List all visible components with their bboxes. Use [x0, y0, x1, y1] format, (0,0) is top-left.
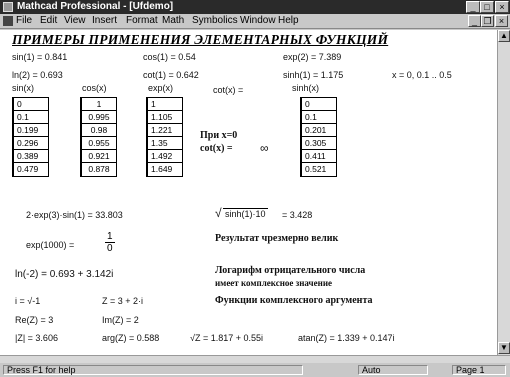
overflow-message: Результат чрезмерно велик: [215, 233, 339, 244]
app-icon[interactable]: [3, 2, 13, 12]
note-x0-line2: cot(x) =: [200, 143, 233, 154]
fraction-denominator: 0: [107, 243, 113, 254]
table-cell: 0.389: [14, 150, 48, 163]
expr-i-def[interactable]: i = √-1: [15, 296, 40, 306]
fraction-numerator: 1: [105, 231, 115, 243]
expr-cot1[interactable]: cot(1) = 0.642: [143, 70, 199, 80]
table-sin[interactable]: 0 0.1 0.199 0.296 0.389 0.479: [12, 97, 49, 177]
menu-edit[interactable]: Edit: [40, 14, 57, 28]
expr-sqrt-z[interactable]: √Z = 1.817 + 0.55i: [190, 333, 263, 343]
expr-sinh1[interactable]: sinh(1) = 1.175: [283, 70, 343, 80]
expr-atan-z[interactable]: atan(Z) = 1.339 + 0.147i: [298, 333, 395, 343]
expr-sin1[interactable]: sin(1) = 0.841: [12, 52, 67, 62]
status-bar: Press F1 for help Auto Page 1: [0, 363, 510, 377]
table-cell: 0.98: [82, 124, 116, 137]
table-cell: 0.479: [17, 164, 39, 174]
doc-close-button[interactable]: ×: [495, 15, 508, 27]
table-cell: 0.921: [82, 150, 116, 163]
table-cell: 1.35: [148, 137, 182, 150]
table-cell: 0.411: [302, 150, 336, 163]
menu-math[interactable]: Math: [162, 14, 184, 28]
infinity-symbol: ∞: [260, 141, 269, 155]
expr-sqrt-arg[interactable]: sinh(1)·10: [223, 208, 268, 219]
table-cell: 0.296: [14, 137, 48, 150]
ln-message-line1: Логарифм отрицательного числа: [215, 265, 366, 276]
status-help: Press F1 for help: [3, 365, 303, 375]
status-page: Page 1: [452, 365, 506, 375]
header-cot: cot(x) =: [213, 85, 244, 95]
scroll-down-icon[interactable]: ▼: [498, 342, 510, 354]
table-cell: 1.649: [151, 164, 173, 174]
table-cell: 0.955: [82, 137, 116, 150]
note-x0-line1: При x=0: [200, 130, 238, 141]
expr-re-z[interactable]: Re(Z) = 3: [15, 315, 53, 325]
expr-exp3-sin1[interactable]: 2·exp(3)·sin(1) = 33.803: [26, 210, 123, 220]
expr-im-z[interactable]: Im(Z) = 2: [102, 315, 139, 325]
expr-ln2[interactable]: ln(2) = 0.693: [12, 70, 63, 80]
table-cell: 1.221: [148, 124, 182, 137]
header-exp: exp(x): [148, 83, 174, 93]
sqrt-icon: √: [215, 206, 222, 220]
doc-minimize-button[interactable]: _: [468, 15, 481, 27]
window-title: Mathcad Professional - [Ufdemo]: [17, 1, 174, 12]
menu-format[interactable]: Format: [126, 14, 158, 28]
expr-abs-z[interactable]: |Z| = 3.606: [15, 333, 58, 343]
expr-cos1[interactable]: cos(1) = 0.54: [143, 52, 196, 62]
minimize-button[interactable]: _: [466, 1, 480, 13]
table-cell: 0: [302, 98, 336, 111]
table-sinh[interactable]: 0 0.1 0.201 0.305 0.411 0.521: [300, 97, 337, 177]
header-cos: cos(x): [82, 83, 107, 93]
worksheet[interactable]: ПРИМЕРЫ ПРИМЕНЕНИЯ ЭЛЕМЕНТАРНЫХ ФУНКЦИЙ …: [0, 30, 497, 355]
status-mode: Auto: [358, 365, 428, 375]
expr-exp1000[interactable]: exp(1000) =: [26, 240, 74, 250]
menu-window[interactable]: Window: [240, 14, 276, 28]
table-cell: 0.521: [305, 164, 327, 174]
overflow-fraction: 1 0: [105, 231, 115, 254]
expr-exp2[interactable]: exp(2) = 7.389: [283, 52, 341, 62]
header-sinh: sinh(x): [292, 83, 320, 93]
table-cell: 0.1: [302, 111, 336, 124]
expr-x-range[interactable]: x = 0, 0.1 .. 0.5: [392, 70, 452, 80]
menu-bar: File Edit View Insert Format Math Symbol…: [0, 14, 510, 29]
table-cell: 0.201: [302, 124, 336, 137]
table-cell: 1: [148, 98, 182, 111]
menu-insert[interactable]: Insert: [92, 14, 117, 28]
scroll-up-icon[interactable]: ▲: [498, 30, 510, 42]
table-cell: 0: [14, 98, 48, 111]
table-cell: 0.995: [82, 111, 116, 124]
menu-symbolics[interactable]: Symbolics: [192, 14, 238, 28]
menu-file[interactable]: File: [16, 14, 32, 28]
worksheet-heading: ПРИМЕРЫ ПРИМЕНЕНИЯ ЭЛЕМЕНТАРНЫХ ФУНКЦИЙ: [12, 32, 389, 47]
document-icon[interactable]: [3, 16, 13, 26]
table-cos[interactable]: 1 0.995 0.98 0.955 0.921 0.878: [80, 97, 117, 177]
ln-message-line2: имеет комплексное значение: [215, 278, 332, 288]
maximize-button[interactable]: □: [480, 1, 494, 13]
expr-ln-neg2[interactable]: ln(-2) = 0.693 + 3.142i: [15, 269, 113, 280]
table-cell: 1: [82, 98, 116, 111]
table-cell: 0.878: [88, 164, 110, 174]
menu-view[interactable]: View: [64, 14, 86, 28]
vertical-scrollbar[interactable]: ▲ ▼: [497, 30, 510, 355]
menu-help[interactable]: Help: [278, 14, 299, 28]
title-bar: Mathcad Professional - [Ufdemo] _ □ ×: [0, 0, 510, 14]
table-exp[interactable]: 1 1.105 1.221 1.35 1.492 1.649: [146, 97, 183, 177]
table-cell: 0.1: [14, 111, 48, 124]
expr-z-def[interactable]: Z = 3 + 2·i: [102, 296, 143, 306]
table-cell: 1.105: [148, 111, 182, 124]
header-sin: sin(x): [12, 83, 34, 93]
table-cell: 0.305: [302, 137, 336, 150]
expr-sqrt-value: = 3.428: [282, 210, 313, 220]
table-cell: 0.199: [14, 124, 48, 137]
complex-message: Функции комплексного аргумента: [215, 295, 373, 306]
table-cell: 1.492: [148, 150, 182, 163]
close-button[interactable]: ×: [495, 1, 509, 13]
expr-arg-z[interactable]: arg(Z) = 0.588: [102, 333, 159, 343]
doc-restore-button[interactable]: ❐: [481, 15, 494, 27]
